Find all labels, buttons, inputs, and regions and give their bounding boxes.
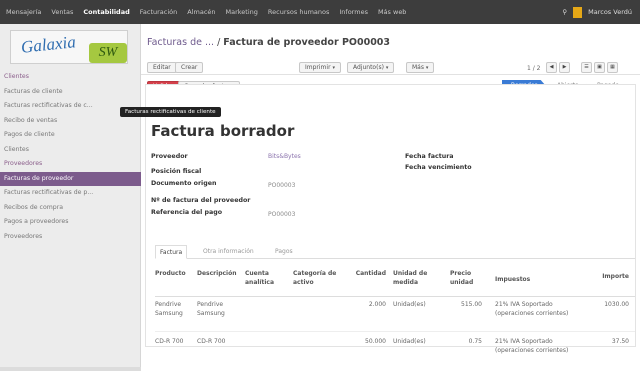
more-label: Más xyxy=(412,64,424,71)
cell-taxes: 21% IVA Soportado (operaciones corriente… xyxy=(495,338,569,354)
print-label: Imprimir xyxy=(305,64,331,71)
user-name[interactable]: Marcos Verdú xyxy=(588,8,632,16)
menu-item-almacen[interactable]: Almacén xyxy=(187,8,215,16)
more-dropdown[interactable]: Más ▾ xyxy=(406,62,435,73)
sidebar-menu: Clientes Facturas de cliente Facturas re… xyxy=(0,70,141,244)
logo-badge: SW xyxy=(89,43,127,63)
cell-price: 515.00 xyxy=(461,301,482,308)
table-header: Producto Descripción Cuenta analítica Ca… xyxy=(155,265,635,297)
search-icon[interactable]: ⚲ xyxy=(562,8,567,16)
col-price[interactable]: Precio unidad xyxy=(450,269,480,287)
attachments-label: Adjunto(s) xyxy=(353,64,384,71)
breadcrumb-parent[interactable]: Facturas de ... xyxy=(147,37,214,48)
sidebar-item-pagos-cliente[interactable]: Pagos de cliente xyxy=(0,128,141,143)
cell-amount: 37.50 xyxy=(611,338,629,345)
breadcrumb-separator: / xyxy=(214,37,224,48)
previous-icon[interactable]: ◀ xyxy=(546,62,557,73)
cell-product: Pendrive Samsung xyxy=(155,301,183,317)
supplier-label: Proveedor xyxy=(151,153,188,160)
sidebar-item-proveedores[interactable]: Proveedores xyxy=(0,230,141,245)
cell-uom: Unidad(es) xyxy=(393,301,426,308)
cell-taxes: 21% IVA Soportado (operaciones corriente… xyxy=(495,301,569,317)
form-title: Factura borrador xyxy=(151,122,295,140)
col-account[interactable]: Cuenta analítica xyxy=(245,269,283,287)
breadcrumb-current: Factura de proveedor PO00003 xyxy=(223,37,391,48)
cell-amount: 1030.00 xyxy=(604,301,629,308)
company-logo: Galaxia SW xyxy=(10,30,128,64)
menu-item-marketing[interactable]: Marketing xyxy=(226,8,258,16)
menu-item-informes[interactable]: Informes xyxy=(339,8,368,16)
tab-pagos[interactable]: Pagos xyxy=(271,245,297,259)
origin-document-value: PO00003 xyxy=(268,182,296,189)
menu-item-mas-web[interactable]: Más web xyxy=(378,8,407,16)
cell-description: Pendrive Samsung xyxy=(197,301,225,317)
payment-ref-label: Referencia del pago xyxy=(151,209,223,216)
col-product[interactable]: Producto xyxy=(155,269,186,278)
chevron-down-icon: ▾ xyxy=(332,65,335,71)
avatar[interactable] xyxy=(573,6,583,18)
payment-ref-value: PO00003 xyxy=(268,211,296,218)
sidebar-item-rectificativas-proveedor[interactable]: Facturas rectificativas de p... xyxy=(0,186,141,201)
tab-factura[interactable]: Factura xyxy=(155,245,188,259)
calendar-view-icon[interactable]: ▦ xyxy=(607,62,618,73)
menu-item-recursos-humanos[interactable]: Recursos humanos xyxy=(268,8,329,16)
attachments-dropdown[interactable]: Adjunto(s) ▾ xyxy=(347,62,395,73)
cell-price: 0.75 xyxy=(468,338,482,345)
menu-item-facturacion[interactable]: Facturación xyxy=(140,8,178,16)
edit-button[interactable]: Editar xyxy=(147,62,177,73)
chevron-down-icon: ▾ xyxy=(385,65,389,71)
col-uom[interactable]: Unidad de medida xyxy=(393,269,431,287)
sidebar-item-facturas-proveedor[interactable]: Facturas de proveedor xyxy=(0,171,141,186)
invoice-date-label: Fecha factura xyxy=(405,153,454,160)
next-icon[interactable]: ▶ xyxy=(559,62,570,73)
menu-item-ventas[interactable]: Ventas xyxy=(51,8,73,16)
chevron-down-icon: ▾ xyxy=(425,65,429,71)
menu-item-contabilidad[interactable]: Contabilidad xyxy=(83,8,129,16)
top-navbar: Mensajería Ventas Contabilidad Facturaci… xyxy=(0,0,640,24)
supplier-value[interactable]: Bits&Bytes xyxy=(268,153,301,160)
form-tabs: Factura Otra información Pagos xyxy=(155,245,635,259)
user-area: ⚲ Marcos Verdú xyxy=(562,0,632,24)
sidebar: Galaxia SW Clientes Facturas de cliente … xyxy=(0,24,141,371)
create-button[interactable]: Crear xyxy=(175,62,204,73)
origin-document-label: Documento origen xyxy=(151,180,217,187)
col-amount[interactable]: Importe xyxy=(585,272,629,281)
sidebar-item-pagos-proveedores[interactable]: Pagos a proveedores xyxy=(0,215,141,230)
supplier-number-label: Nº de factura del proveedor xyxy=(151,197,251,204)
toolbar-divider xyxy=(141,74,640,75)
breadcrumb: Facturas de ... / Factura de proveedor P… xyxy=(147,37,390,48)
sidebar-tooltip: Facturas rectificativas de cliente xyxy=(120,107,221,117)
sidebar-item-clientes[interactable]: Clientes xyxy=(0,143,141,158)
cell-quantity: 50.000 xyxy=(365,338,386,345)
pager-value: 1 / 2 xyxy=(527,65,541,72)
menu-item-mensajeria[interactable]: Mensajería xyxy=(6,8,41,16)
sidebar-item-facturas-cliente[interactable]: Facturas de cliente xyxy=(0,85,141,100)
fiscal-position-label: Posición fiscal xyxy=(151,168,202,175)
col-taxes[interactable]: Impuestos xyxy=(495,275,530,284)
sidebar-section-clientes: Clientes xyxy=(4,73,29,80)
col-asset[interactable]: Categoría de activo xyxy=(293,269,337,287)
col-description[interactable]: Descripción xyxy=(197,269,237,278)
col-quantity[interactable]: Cantidad xyxy=(348,269,386,278)
top-menu: Mensajería Ventas Contabilidad Facturaci… xyxy=(6,8,406,16)
print-dropdown[interactable]: Imprimir ▾ xyxy=(299,62,341,73)
sidebar-section-proveedores: Proveedores xyxy=(4,160,43,167)
status-strip xyxy=(0,367,141,371)
form-view-icon[interactable]: ▣ xyxy=(594,62,605,73)
cell-product: CD-R 700 xyxy=(155,338,184,345)
sidebar-item-recibos-compra[interactable]: Recibos de compra xyxy=(0,201,141,216)
tab-otra-informacion[interactable]: Otra información xyxy=(199,245,258,259)
cell-quantity: 2.000 xyxy=(368,301,386,308)
cell-description: CD-R 700 xyxy=(197,338,226,345)
row-divider xyxy=(155,331,635,332)
due-date-label: Fecha vencimiento xyxy=(405,164,472,171)
cell-uom: Unidad(es) xyxy=(393,338,426,345)
list-view-icon[interactable]: ☰ xyxy=(581,62,592,73)
logo-word: Galaxia xyxy=(20,32,77,57)
